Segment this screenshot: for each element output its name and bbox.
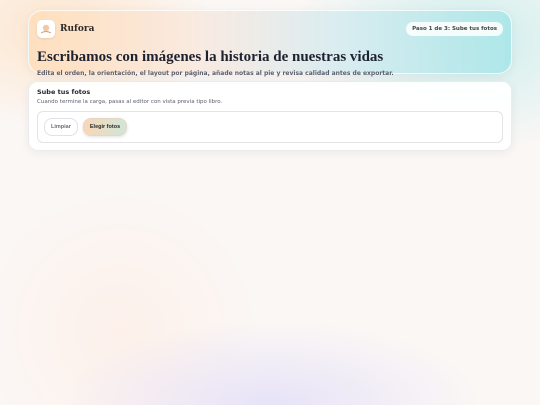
choose-photos-button[interactable]: Elegir fotos bbox=[82, 118, 128, 136]
hero-header: Rufora Paso 1 de 3: Sube tus fotos Escri… bbox=[28, 10, 512, 77]
upload-subtitle: Cuando termine la carga, pasas al editor… bbox=[37, 99, 223, 105]
page-title: Escribamos con imágenes la historia de n… bbox=[37, 49, 384, 65]
upload-dropzone[interactable]: Limpiar Elegir fotos bbox=[37, 111, 503, 143]
clear-button[interactable]: Limpiar bbox=[44, 118, 78, 136]
page-subtitle: Edita el orden, la orientación, el layou… bbox=[37, 70, 394, 77]
step-badge: Paso 1 de 3: Sube tus fotos bbox=[406, 22, 503, 36]
rufora-logo-icon bbox=[37, 20, 55, 38]
page: Rufora Paso 1 de 3: Sube tus fotos Escri… bbox=[28, 10, 512, 151]
hero-top-bar: Rufora Paso 1 de 3: Sube tus fotos bbox=[37, 19, 503, 39]
upload-card: Sube tus fotos Cuando termine la carga, … bbox=[28, 81, 512, 151]
brand-name: Rufora bbox=[60, 24, 95, 34]
upload-title: Sube tus fotos bbox=[37, 88, 91, 96]
